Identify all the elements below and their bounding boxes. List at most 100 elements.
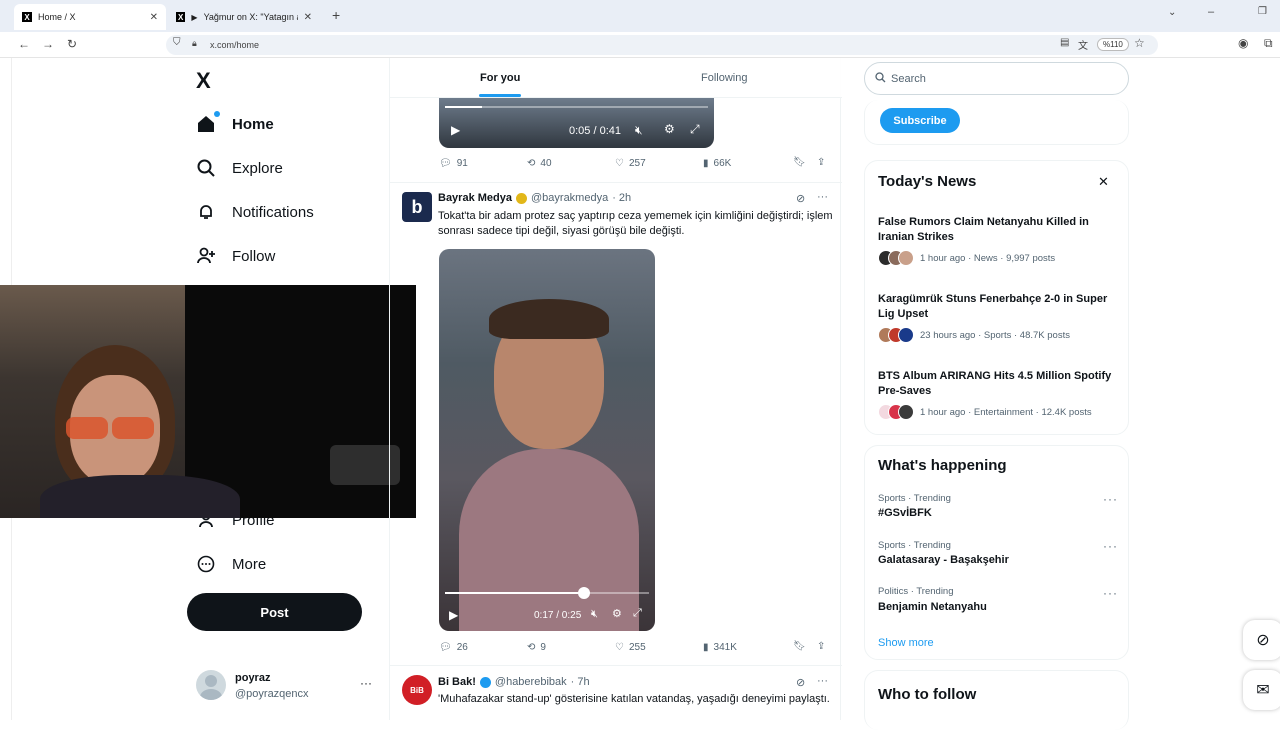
tweet-author-name[interactable]: Bayrak Medya (438, 192, 512, 204)
fullscreen-icon[interactable]: ⤢ (690, 122, 700, 137)
reader-icon[interactable]: ▤ (1060, 37, 1069, 48)
video-progress-track[interactable] (445, 587, 649, 599)
view-count: 66K (713, 158, 732, 169)
who-to-follow-title: Who to follow (878, 686, 977, 703)
settings-gear-icon[interactable]: ⚙ (612, 607, 622, 620)
show-more-link[interactable]: Show more (878, 637, 934, 649)
bookmark-icon[interactable]: 🔖︎ (793, 641, 806, 652)
translate-icon[interactable]: 文 (1078, 37, 1088, 52)
trend-name[interactable]: #GSvİBFK (878, 507, 932, 519)
trend-more-icon[interactable]: ··· (1103, 492, 1118, 506)
news-avatars (878, 404, 916, 420)
tab-following[interactable]: Following (701, 72, 747, 84)
star-icon[interactable]: ☆ (1134, 36, 1145, 50)
todays-news-title: Today's News (878, 173, 977, 190)
share-icon[interactable]: ⇪ (817, 157, 825, 168)
whats-happening-card: What's happening Sports · Trending #GSvİ… (864, 445, 1129, 660)
grok-icon[interactable]: ⊘ (796, 192, 805, 205)
news-headline[interactable]: Karagümrük Stuns Fenerbahçe 2-0 in Super… (878, 292, 1123, 322)
profile-icon[interactable]: ◉ (1238, 36, 1248, 50)
tweet-time[interactable]: · 2h (612, 192, 631, 204)
repost-button[interactable]: ⟲ 40 (527, 158, 552, 169)
tweet-video[interactable]: ▶ 0:05 / 0:41 🔇︎ ⚙ ⤢ (439, 98, 714, 148)
bell-icon (196, 202, 216, 222)
tweet-author-name[interactable]: Bi Bak! (438, 676, 476, 688)
back-icon[interactable]: ← (18, 37, 30, 51)
mute-icon[interactable]: 🔇︎ (635, 123, 643, 138)
share-icon[interactable]: ⇪ (817, 641, 825, 652)
minimize-window-icon[interactable]: – (1208, 6, 1214, 18)
nav-explore[interactable]: Explore (196, 158, 283, 178)
close-tab-icon[interactable]: ✕ (150, 12, 158, 23)
tweet-avatar[interactable]: BiB (402, 675, 432, 705)
tweet-time[interactable]: · 7h (571, 676, 590, 688)
browser-tab-yagmur[interactable]: X ▶ Yağmur on X: "Yatagın altın ✕ (168, 4, 320, 30)
browser-tab-title: Home / X (38, 12, 76, 22)
tweet-video[interactable]: ▶ 0:17 / 0:25 🔇︎ ⚙ ⤢ (439, 249, 655, 631)
nav-more[interactable]: More (196, 554, 266, 574)
subscribe-button[interactable]: Subscribe (880, 108, 960, 133)
nav-follow[interactable]: Follow (196, 246, 275, 266)
reply-count: 91 (456, 158, 468, 169)
account-switcher[interactable]: poyraz @poyrazqencx ··· (196, 670, 376, 704)
extensions-icon[interactable]: ⧉ (1264, 36, 1273, 51)
forward-icon[interactable]: → (42, 37, 54, 51)
views-button[interactable]: ▮ 341K (703, 642, 737, 653)
tweet-more-icon[interactable]: ··· (817, 191, 828, 203)
grok-icon: ⊘ (1256, 632, 1270, 649)
messages-button[interactable]: ✉ (1243, 670, 1280, 710)
browser-tab-strip: X Home / X ✕ X ▶ Yağmur on X: "Yatagın a… (0, 0, 1280, 32)
home-icon (196, 111, 220, 134)
reload-icon[interactable]: ↻ (67, 37, 77, 51)
repost-icon: ⟲ (527, 642, 536, 653)
nav-home[interactable]: Home (196, 111, 274, 134)
tweet-author-handle[interactable]: @bayrakmedya (531, 192, 608, 204)
nav-notifications[interactable]: Notifications (196, 202, 314, 222)
play-icon[interactable]: ▶ (449, 608, 458, 622)
like-button[interactable]: ♡ 257 (615, 158, 646, 169)
trend-name[interactable]: Benjamin Netanyahu (878, 601, 987, 613)
grok-icon[interactable]: ⊘ (796, 676, 805, 689)
trend-more-icon[interactable]: ··· (1103, 539, 1118, 553)
tab-list-chevron-icon[interactable]: ⌄ (1168, 7, 1176, 18)
scrubber-handle[interactable] (577, 587, 590, 599)
lock-icon[interactable]: 🔒︎ (192, 38, 197, 49)
bookmark-icon[interactable]: 🔖︎ (793, 157, 806, 168)
mute-icon[interactable]: 🔇︎ (591, 608, 598, 621)
search-icon (196, 158, 216, 178)
heart-icon: ♡ (615, 642, 624, 653)
browser-tab-home[interactable]: X Home / X ✕ (14, 4, 166, 30)
reply-icon: 💬︎ (439, 642, 452, 653)
new-tab-icon[interactable]: + (332, 7, 340, 23)
tab-for-you[interactable]: For you (480, 72, 520, 84)
video-progress-track[interactable] (445, 106, 708, 108)
repost-button[interactable]: ⟲ 9 (527, 642, 546, 653)
zoom-level-badge[interactable]: %110 (1097, 38, 1129, 51)
post-button[interactable]: Post (187, 593, 362, 631)
fullscreen-icon[interactable]: ⤢ (633, 607, 642, 620)
search-input[interactable]: Search (864, 62, 1129, 95)
trend-more-icon[interactable]: ··· (1103, 586, 1118, 600)
mail-icon: ✉ (1256, 682, 1270, 699)
like-button[interactable]: ♡ 255 (615, 642, 646, 653)
reply-button[interactable]: 💬︎ 91 (439, 158, 468, 169)
trend-name[interactable]: Galatasaray - Başakşehir (878, 554, 1009, 566)
shield-icon[interactable]: ⛉ (173, 37, 181, 48)
trend-category: Sports · Trending (878, 493, 951, 504)
url-field[interactable]: x.com/home (166, 35, 1158, 55)
tweet-author-handle[interactable]: @haberebibak (495, 676, 567, 688)
close-tab-icon[interactable]: ✕ (304, 12, 312, 23)
play-icon[interactable]: ▶ (451, 123, 460, 137)
reply-button[interactable]: 💬︎ 26 (439, 642, 468, 653)
tweet-avatar[interactable]: b (402, 192, 432, 222)
tweet-more-icon[interactable]: ··· (817, 675, 828, 687)
close-icon[interactable]: ✕ (1098, 174, 1109, 190)
views-button[interactable]: ▮ 66K (703, 158, 731, 169)
news-headline[interactable]: BTS Album ARIRANG Hits 4.5 Million Spoti… (878, 369, 1123, 399)
search-icon (875, 72, 886, 86)
x-logo[interactable]: X (196, 68, 211, 94)
maximize-window-icon[interactable]: ❐ (1258, 6, 1267, 17)
news-headline[interactable]: False Rumors Claim Netanyahu Killed in I… (878, 215, 1123, 245)
settings-gear-icon[interactable]: ⚙ (664, 122, 675, 136)
grok-button[interactable]: ⊘ (1243, 620, 1280, 660)
